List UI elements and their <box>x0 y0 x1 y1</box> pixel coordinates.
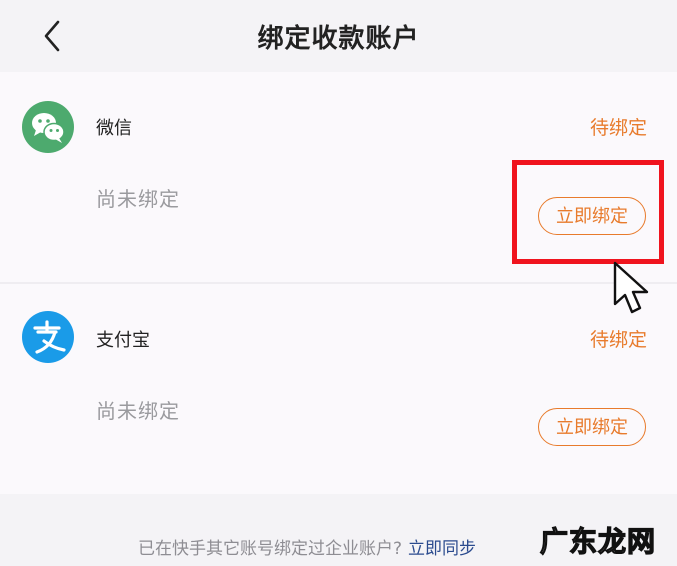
wechat-icon <box>22 101 74 153</box>
alipay-account-card: 支付宝 待绑定 尚未绑定 立即绑定 <box>0 284 677 494</box>
binding-state-text: 尚未绑定 <box>96 187 180 211</box>
status-badge: 待绑定 <box>589 329 647 351</box>
mouse-pointer-icon <box>613 261 649 314</box>
sync-hint: 已在快手其它账号绑定过企业账户? 立即同步 <box>138 534 476 559</box>
sync-hint-text: 已在快手其它账号绑定过企业账户? <box>138 539 403 559</box>
top-bar: 绑定收款账户 <box>0 0 677 72</box>
alipay-icon <box>22 311 74 363</box>
watermark-logo: 广东龙网 <box>539 524 657 558</box>
status-badge: 待绑定 <box>589 117 647 139</box>
binding-state-text: 尚未绑定 <box>96 399 180 423</box>
account-name: 微信 <box>96 118 132 139</box>
sync-now-link[interactable]: 立即同步 <box>408 539 476 559</box>
account-name: 支付宝 <box>96 330 150 351</box>
bind-alipay-button[interactable]: 立即绑定 <box>538 408 646 446</box>
highlight-box <box>512 160 664 264</box>
page-title: 绑定收款账户 <box>257 24 420 54</box>
